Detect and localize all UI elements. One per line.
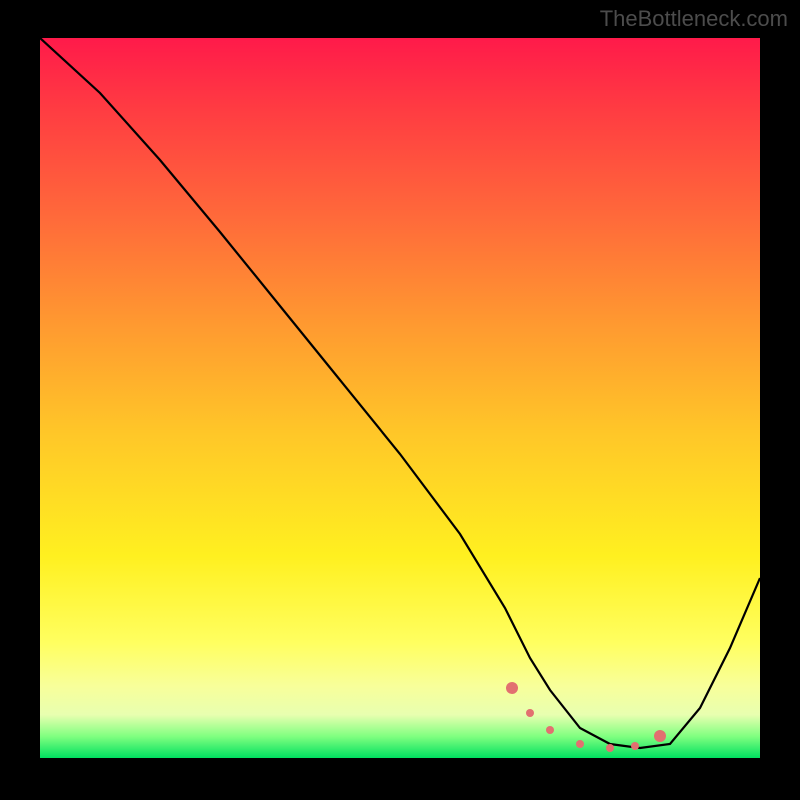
bottleneck-curve xyxy=(40,38,760,748)
curve-svg xyxy=(40,38,760,758)
highlight-marker xyxy=(631,742,639,750)
watermark-text: TheBottleneck.com xyxy=(600,6,788,32)
highlight-marker xyxy=(506,682,518,694)
highlight-marker xyxy=(606,744,614,752)
highlight-marker xyxy=(576,740,584,748)
highlight-markers xyxy=(506,682,666,752)
plot-area xyxy=(40,38,760,758)
highlight-marker xyxy=(546,726,554,734)
highlight-marker xyxy=(526,709,534,717)
highlight-marker xyxy=(654,730,666,742)
